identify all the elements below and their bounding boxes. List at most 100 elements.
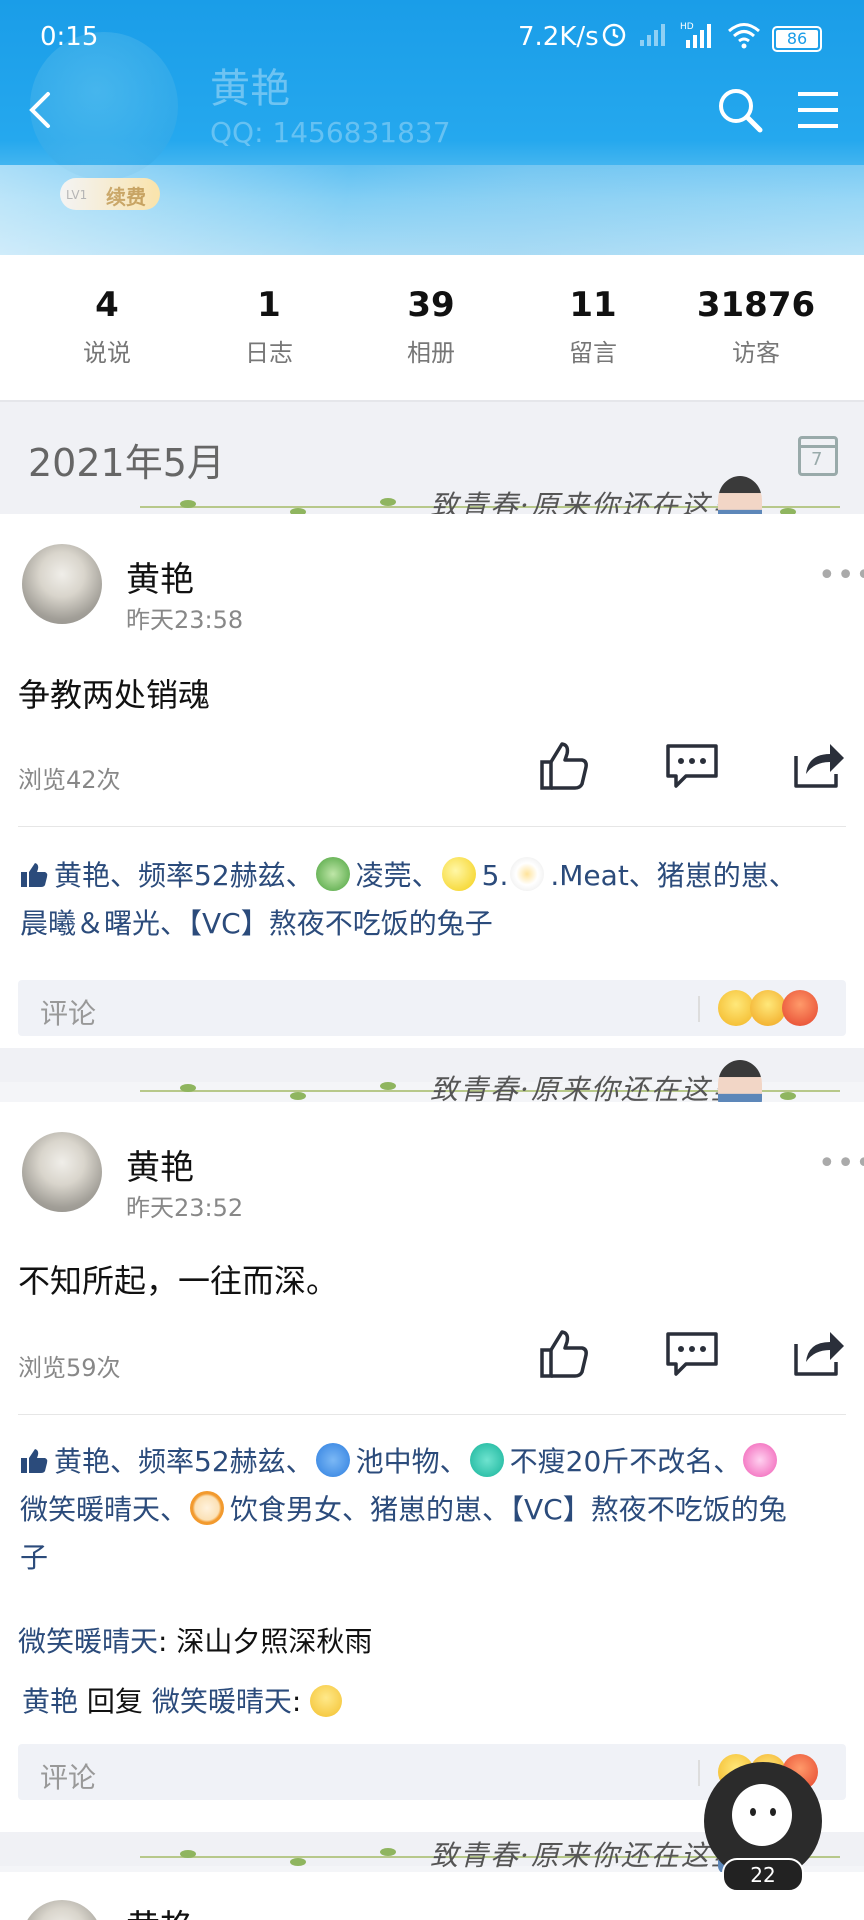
level-label: LV1 (66, 188, 88, 202)
like-names[interactable]: 池中物、 (356, 1445, 468, 1478)
stat-visitors[interactable]: 31876 访客 (676, 285, 836, 368)
post-card: 黄艳 昨天23:58 ••• 争教两处销魂 浏览42次 黄艳、频率52赫兹、 凌莞… (0, 514, 864, 1048)
banner-slogan: 致青春·原来你还在这里 (430, 1839, 741, 1872)
floating-assistant-button[interactable]: 22 (704, 1762, 822, 1892)
emoji-grin-icon[interactable] (718, 990, 754, 1026)
like-names[interactable]: 凌莞、 (356, 859, 440, 892)
stat-album[interactable]: 39 相册 (351, 285, 511, 368)
stat-value: 11 (569, 285, 617, 325)
wifi-icon (728, 23, 760, 49)
post-author[interactable]: 黄艳 (126, 1140, 194, 1189)
user-avatar-icon (469, 1443, 504, 1477)
more-options-icon[interactable]: ••• (818, 558, 864, 593)
stat-value: 31876 (696, 285, 816, 325)
more-options-icon[interactable]: ••• (818, 1146, 864, 1181)
like-icon[interactable] (538, 740, 590, 792)
avatar[interactable] (22, 1132, 102, 1212)
like-names[interactable]: 黄艳、频率52赫兹、 (54, 1445, 314, 1478)
reply-word: 回复 (86, 1685, 143, 1718)
post-text: 争教两处销魂 (18, 676, 211, 714)
status-time: 0:15 (40, 22, 99, 52)
like-names[interactable]: .Meat、猪崽的崽、 (550, 859, 796, 892)
flower-icon (510, 857, 545, 891)
view-count: 浏览42次 (18, 766, 121, 794)
share-icon[interactable] (792, 740, 846, 790)
share-icon[interactable] (792, 1328, 846, 1378)
search-icon[interactable] (716, 86, 764, 134)
post-author[interactable]: 黄艳 (126, 552, 194, 601)
svg-text:HD: HD (680, 22, 694, 32)
post-card: 黄艳 昨天23:52 ••• 不知所起，一往而深。 浏览59次 黄艳、频率52赫… (0, 1102, 864, 1832)
post-time: 昨天23:58 (126, 606, 244, 634)
post-author[interactable]: 黄艳 (126, 1900, 194, 1920)
back-arrow-icon[interactable] (20, 88, 64, 132)
comment-text: : 深山夕照深秋雨 (158, 1625, 373, 1658)
comment-icon[interactable] (664, 1330, 720, 1378)
stat-value: 4 (95, 285, 119, 325)
emoji-laugh-icon[interactable] (750, 990, 786, 1026)
avatar[interactable] (22, 1900, 102, 1920)
thumbs-up-icon (21, 1449, 48, 1473)
stat-value: 1 (257, 285, 281, 325)
stat-messages[interactable]: 11 留言 (513, 285, 673, 368)
battery-indicator: 86 (772, 26, 822, 52)
comment-text: : (291, 1685, 302, 1718)
stat-label: 留言 (569, 339, 617, 367)
comment-user[interactable]: 黄艳 (22, 1685, 78, 1718)
avatar[interactable] (22, 544, 102, 624)
stat-shuoshuo[interactable]: 4 说说 (27, 285, 187, 368)
like-list: 黄艳、频率52赫兹、 凌莞、 5. .Meat、猪崽的崽、晨曦＆曙光、【VC】熬夜不吃… (20, 852, 844, 948)
calendar-icon[interactable]: 7 (798, 436, 838, 476)
user-avatar-icon (743, 1443, 778, 1477)
stat-label: 相册 (407, 339, 455, 367)
thumbs-up-icon (21, 863, 48, 887)
user-avatar-icon (315, 1443, 350, 1477)
post-time: 昨天23:52 (126, 1194, 244, 1222)
assistant-badge: 22 (722, 1858, 804, 1892)
like-names[interactable]: 微笑暖晴天、 (20, 1493, 188, 1526)
signal-icon (640, 24, 665, 46)
like-icon[interactable] (538, 1328, 590, 1380)
calendar-day: 7 (811, 449, 823, 470)
post-text: 不知所起，一往而深。 (18, 1262, 339, 1300)
like-names[interactable]: 晨曦＆曙光、【VC】熬夜不吃饭的兔子 (20, 907, 493, 940)
comment-item[interactable]: 黄艳 回复 微笑暖晴天: (22, 1680, 343, 1720)
stat-label: 说说 (83, 339, 131, 367)
like-names[interactable]: 5. (482, 859, 509, 892)
assistant-face-icon (732, 1784, 792, 1846)
like-names[interactable]: 子 (20, 1541, 48, 1574)
network-speed: 7.2K/s (518, 22, 599, 52)
comment-placeholder: 评论 (40, 997, 97, 1030)
comment-input[interactable]: 评论 (18, 980, 846, 1036)
stat-label: 访客 (732, 339, 780, 367)
menu-icon[interactable] (796, 90, 840, 130)
stats-bar: 4 说说 1 日志 39 相册 11 留言 31876 访客 (0, 255, 864, 400)
user-avatar-icon (315, 857, 350, 891)
comment-item[interactable]: 微笑暖晴天: 深山夕照深秋雨 (18, 1620, 372, 1660)
stat-value: 39 (407, 285, 455, 325)
like-names[interactable]: 不瘦20斤不改名、 (510, 1445, 742, 1478)
status-bar: 0:15 7.2K/s HD 86 (0, 0, 864, 70)
comment-user[interactable]: 微笑暖晴天 (18, 1625, 158, 1658)
user-avatar-icon (441, 857, 476, 891)
hd-signal-icon: HD (680, 22, 711, 48)
profile-qq: QQ: 1456831837 (210, 116, 451, 149)
stat-label: 日志 (245, 339, 293, 367)
comment-icon[interactable] (664, 742, 720, 790)
smile-emoji-icon (310, 1685, 343, 1717)
comment-placeholder: 评论 (40, 1761, 97, 1794)
vip-badge[interactable]: LV1 续费 (60, 178, 160, 210)
view-count: 浏览59次 (18, 1354, 121, 1382)
user-avatar-icon (190, 1491, 225, 1525)
emoji-angry-icon[interactable] (782, 990, 818, 1026)
battery-level: 86 (776, 30, 818, 48)
banner-character-icon (718, 1060, 762, 1108)
stat-blog[interactable]: 1 日志 (189, 285, 349, 368)
like-names[interactable]: 黄艳、频率52赫兹、 (54, 859, 314, 892)
vip-renew-label: 续费 (106, 185, 146, 209)
month-label: 2021年5月 (28, 441, 225, 485)
reply-target[interactable]: 微笑暖晴天 (152, 1685, 292, 1718)
like-names[interactable]: 饮食男女、猪崽的崽、【VC】熬夜不吃饭的兔 (230, 1493, 787, 1526)
alarm-icon (602, 23, 626, 47)
like-list: 黄艳、频率52赫兹、 池中物、 不瘦20斤不改名、微笑暖晴天、 饮食男女、猪崽的崽、【… (20, 1438, 844, 1582)
